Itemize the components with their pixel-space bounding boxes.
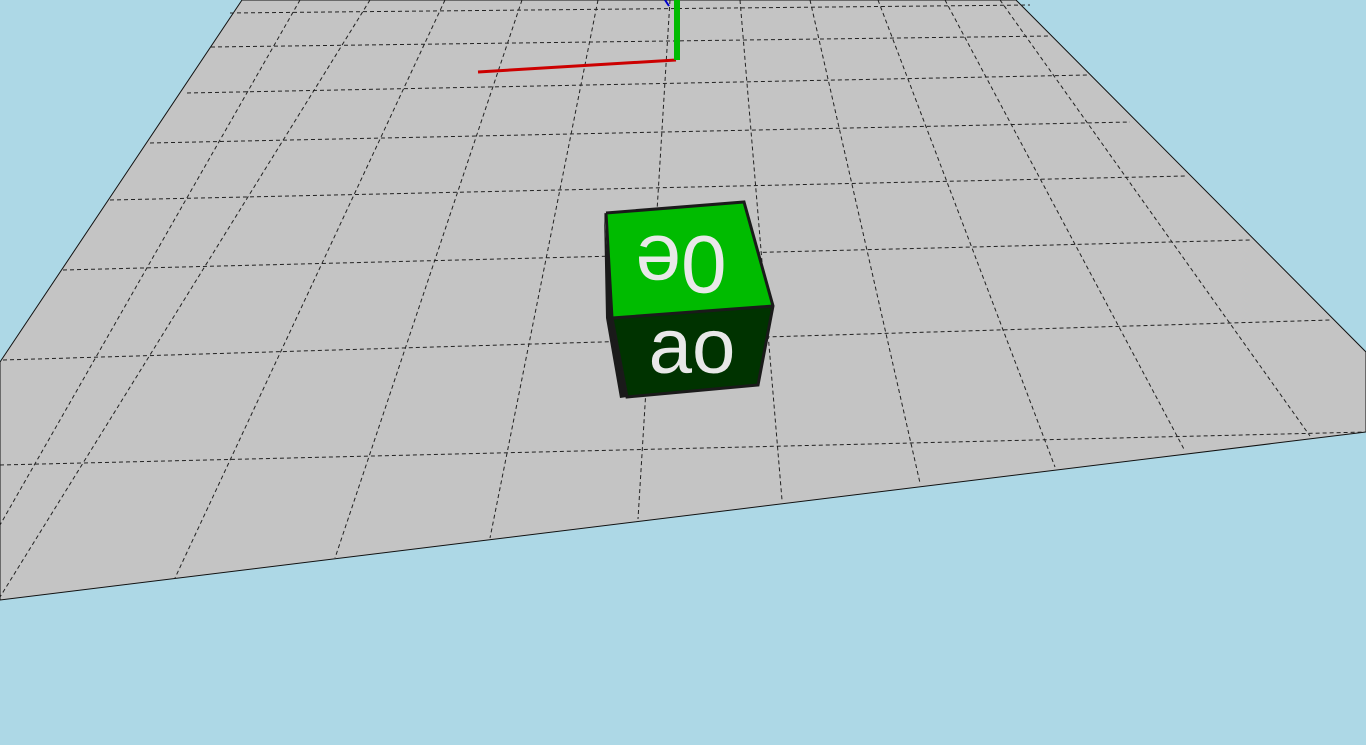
cube[interactable]: 0e ao <box>604 200 775 399</box>
3d-viewport[interactable]: 0e ao <box>0 0 1366 745</box>
cube-front-label: ao <box>649 302 736 390</box>
cube-top-label: 0e <box>635 218 726 309</box>
